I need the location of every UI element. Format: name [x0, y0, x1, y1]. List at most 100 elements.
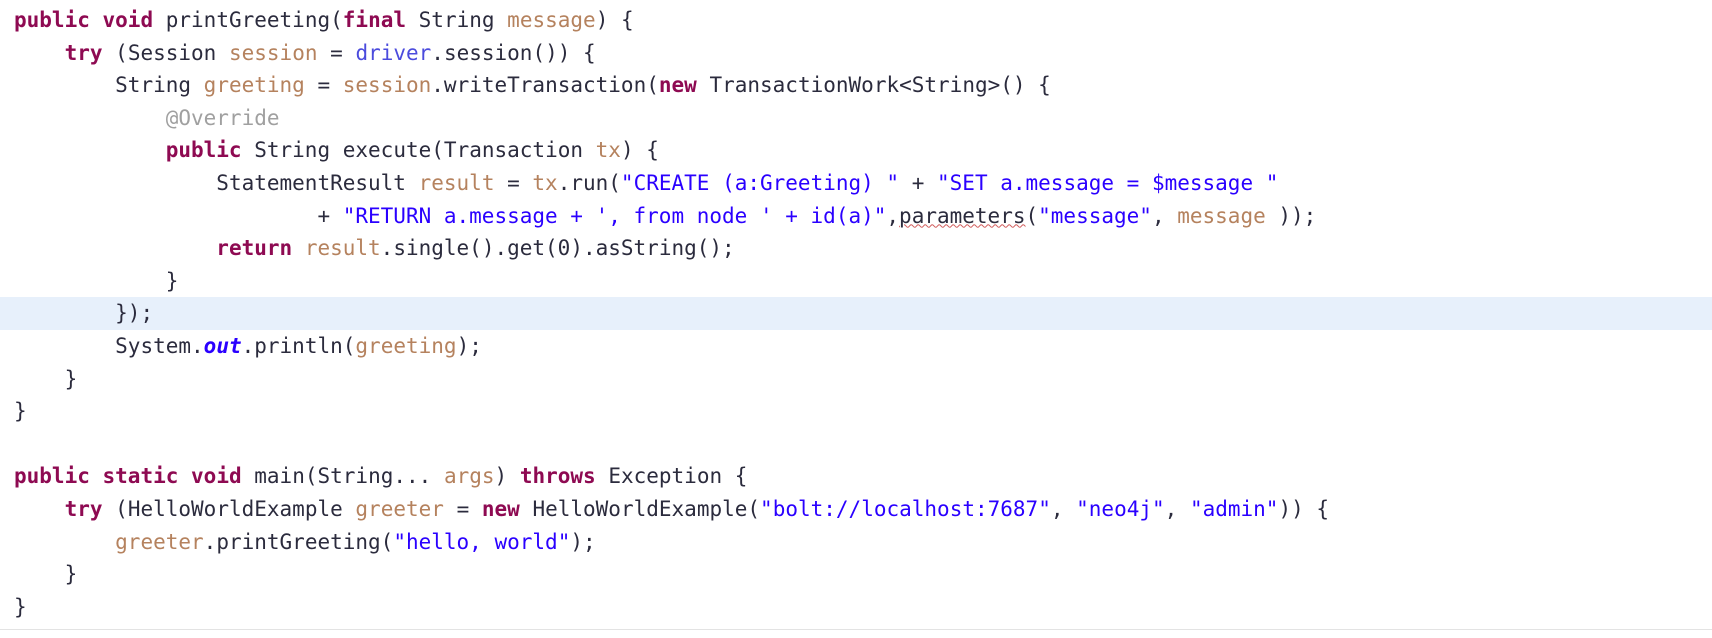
code-token-punc: , — [886, 203, 900, 228]
code-token-type: HelloWorldExample — [532, 496, 748, 521]
code-token-punc: .single().get(0).asString(); — [380, 236, 735, 261]
code-line[interactable]: + "RETURN a.message + ', from node ' + i… — [0, 200, 1712, 233]
code-token-var: greeter — [115, 529, 204, 554]
code-token-kw: return — [216, 236, 293, 261]
code-token-var: greeting — [355, 333, 457, 358]
code-token-punc: , — [1050, 496, 1077, 521]
code-token-punc: ) — [494, 464, 520, 489]
code-token-str: "SET a.message = $message " — [937, 170, 1279, 195]
code-token-punc: } — [14, 594, 27, 619]
code-token-punc: = — [443, 496, 482, 521]
code-token-type: System — [115, 333, 192, 358]
code-token-kw: static — [102, 464, 179, 489]
code-token-kw: try — [64, 40, 103, 65]
code-token-punc: .printGreeting( — [203, 529, 394, 554]
code-line[interactable]: public void printGreeting(final String m… — [0, 4, 1712, 37]
code-lines-container[interactable]: public void printGreeting(final String m… — [0, 4, 1712, 623]
code-token-punc: = — [304, 73, 343, 98]
code-token-plain: execute — [342, 138, 432, 163]
code-token-field: driver — [355, 40, 432, 65]
code-token-kw: void — [102, 8, 154, 32]
code-token-type: String — [254, 138, 331, 163]
code-token-punc: } — [165, 268, 179, 293]
code-token-var: session — [342, 73, 432, 98]
code-token-var: result — [304, 236, 381, 261]
code-token-str: "hello, world" — [393, 529, 571, 554]
code-token-punc: ( — [330, 8, 343, 32]
code-token-kw: public — [165, 138, 242, 163]
code-token-var: message — [507, 8, 596, 32]
code-line[interactable]: } — [0, 363, 1712, 396]
code-token-var: session — [228, 40, 318, 65]
code-line[interactable]: System.out.println(greeting); — [0, 330, 1712, 363]
code-line[interactable]: } — [0, 265, 1712, 298]
code-line[interactable]: greeter.printGreeting("hello, world"); — [0, 526, 1712, 559]
code-token-punc: + — [317, 203, 343, 228]
code-line[interactable]: public String execute(Transaction tx) { — [0, 134, 1712, 167]
code-token-type: String — [418, 8, 495, 32]
code-token-var: args — [443, 464, 495, 489]
code-token-var: message — [1177, 203, 1266, 228]
code-token-punc: ( — [747, 496, 761, 521]
code-token-punc: ) { — [620, 138, 659, 163]
code-line[interactable]: try (Session session = driver.session())… — [0, 37, 1712, 70]
code-token-str: "CREATE (a:Greeting) " — [620, 170, 900, 195]
code-token-type: Session — [127, 40, 217, 65]
code-line[interactable]: try (HelloWorldExample greeter = new Hel… — [0, 493, 1712, 526]
bottom-divider — [0, 629, 1712, 630]
code-token-punc: )); — [1265, 203, 1317, 228]
code-line[interactable]: @Override — [0, 102, 1712, 135]
code-line[interactable]: return result.single().get(0).asString()… — [0, 232, 1712, 265]
code-token-punc: )) { — [1278, 496, 1330, 521]
code-token-type: HelloWorldExample — [127, 496, 343, 521]
code-token-punc: .session()) { — [431, 40, 596, 65]
code-token-punc: ); — [570, 529, 596, 554]
code-line[interactable]: } — [0, 395, 1712, 428]
code-token-punc: ( — [304, 464, 318, 489]
code-token-punc: = — [317, 40, 356, 65]
code-token-punc: ( — [431, 138, 444, 163]
code-line[interactable] — [0, 428, 1712, 461]
code-line[interactable]: } — [0, 558, 1712, 591]
code-token-str: "message" — [1038, 203, 1152, 228]
code-token-punc: .writeTransaction( — [431, 73, 659, 98]
code-line[interactable]: public static void main(String... args) … — [0, 460, 1712, 493]
code-line[interactable]: StatementResult result = tx.run("CREATE … — [0, 167, 1712, 200]
code-line[interactable]: String greeting = session.writeTransacti… — [0, 69, 1712, 102]
code-editor[interactable]: public void printGreeting(final String m… — [0, 0, 1712, 638]
code-token-punc: .run( — [557, 170, 621, 195]
code-token-anno: @Override — [165, 105, 280, 130]
code-token-plain: printGreeting — [165, 8, 331, 32]
code-token-punc: ); — [456, 333, 482, 358]
code-token-punc: } — [64, 366, 78, 391]
code-token-plain: parameters — [899, 203, 1026, 228]
code-token-kw: void — [191, 464, 242, 489]
code-token-type: Transaction — [443, 138, 583, 163]
code-token-plain: main — [254, 464, 305, 489]
code-token-var: tx — [595, 138, 621, 163]
code-token-punc: .println( — [241, 333, 356, 358]
code-line[interactable]: }); — [0, 297, 1712, 330]
code-line[interactable]: } — [0, 591, 1712, 624]
code-token-var: greeting — [203, 73, 305, 98]
code-token-kw: throws — [519, 464, 596, 489]
code-token-type: TransactionWork<String>() { — [709, 73, 1051, 98]
